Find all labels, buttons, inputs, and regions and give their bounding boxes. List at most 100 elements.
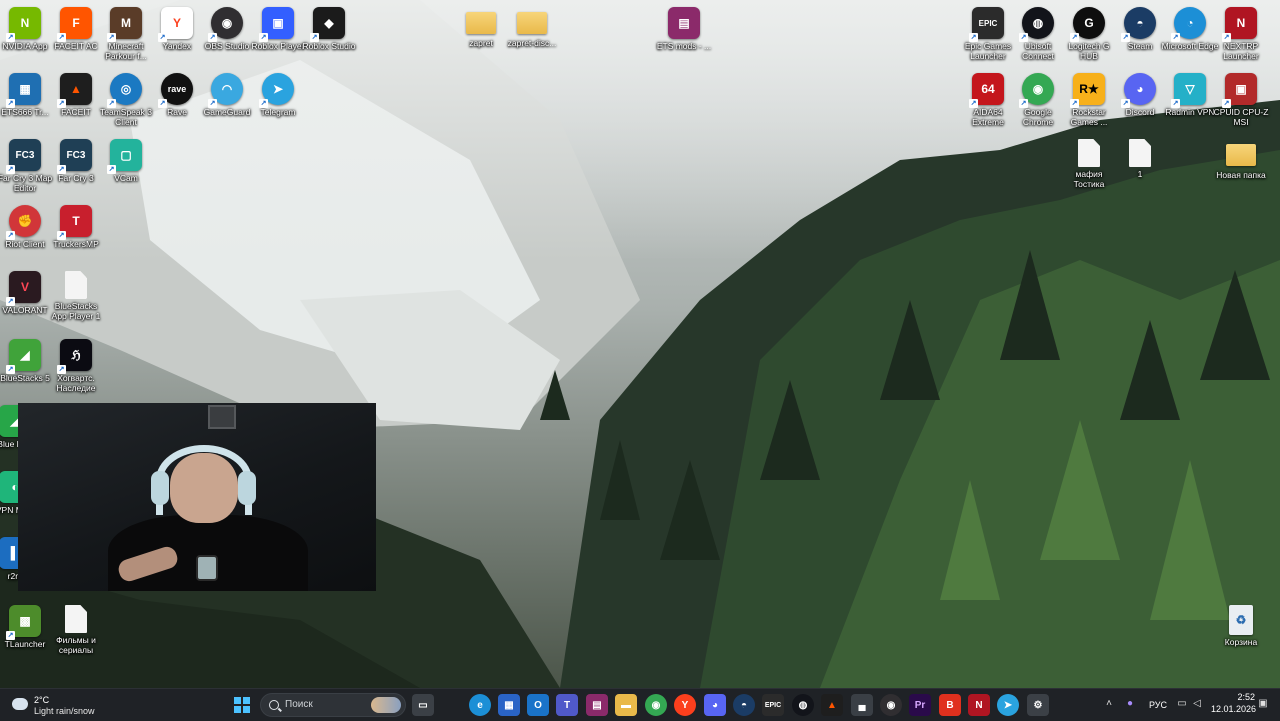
roblox-player-icon: ▣ ↗ [259,7,294,42]
desktop-icon-vcam[interactable]: ▢ ↗ VCam [97,136,155,183]
notification-icon[interactable]: ▣ [1257,698,1269,710]
cloud-rain-icon [12,698,28,710]
taskbar-chrome[interactable]: ◉ [645,694,667,716]
desktop-icon-tlauncher[interactable]: ▩ ↗ TLauncher [0,602,54,649]
roblox-studio-icon: ◆ ↗ [310,7,345,42]
desktop-icon-gameguard[interactable]: ◠ ↗ GameGuard [198,70,256,117]
discord-icon: ◕ [711,699,719,711]
desktop-icon-recycle-bin[interactable]: ♻ Корзина [1212,602,1270,647]
taskbar-store[interactable]: ▦ [498,694,520,716]
shortcut-arrow-icon: ↗ [969,99,978,108]
bluestacks-icon: ◢ ↗ [6,339,41,374]
faceit-icon: ▲ ↗ [57,73,92,108]
desktop-icon-nvidia-app[interactable]: N ↗ NVIDIA App [0,4,54,51]
shortcut-arrow-icon: ↗ [57,231,66,240]
desktop-icon-truckersmp[interactable]: T ↗ TruckersMP [47,202,105,249]
recycle-bin-icon: ♻ [1229,605,1253,635]
desktop-file-1[interactable]: 1 [1111,136,1169,179]
desktop-icon-obs-studio[interactable]: ◉ ↗ OBS Studio [198,4,256,51]
microphone-icon[interactable]: ● [1124,698,1136,710]
far-cry-3-icon: FC3 ↗ [6,139,41,174]
folder-icon [466,12,496,34]
desktop-icon-bluestacks-app-player[interactable]: BlueStacks App Player 1 [47,268,105,321]
rockstar-icon: R★ ↗ [1070,73,1105,108]
taskbar-obs[interactable]: ◉ [880,694,902,716]
clock-date[interactable]: 12.01.2026 [1211,704,1256,714]
desktop-icon-far-cry-3-map-editor[interactable]: FC3 ↗ Far Cry 3 Map Editor [0,136,54,193]
shortcut-arrow-icon: ↗ [158,33,167,42]
taskbar-teams[interactable]: T [556,694,578,716]
clock-time[interactable]: 2:52 [1221,692,1255,702]
input-language[interactable]: РУС [1149,700,1167,710]
desktop-icon-telegram[interactable]: ➤ ↗ Telegram [249,70,307,117]
desktop-icon-films-and-series[interactable]: Фильмы и сериалы [47,602,105,655]
chevron-up-icon[interactable]: ˄ [1103,698,1115,710]
taskbar-outlook[interactable]: O [527,694,549,716]
desktop-icon-roblox-studio[interactable]: ◆ ↗ Roblox Studio [300,4,358,51]
desktop-icon-bluestacks-5[interactable]: ◢ ↗ BlueStacks 5 [0,336,54,383]
desktop-icon-cpuz-msi[interactable]: ▣ ↗ CPUID CPU-Z MSI [1212,70,1270,127]
shortcut-arrow-icon: ↗ [259,99,268,108]
search-placeholder: Поиск [285,699,313,710]
ubisoft-icon: ◍ ↗ [1019,7,1054,42]
desktop-icon-logitech-g-hub[interactable]: G ↗ Logitech G HUB [1060,4,1118,61]
shortcut-arrow-icon: ↗ [208,99,217,108]
desktop-icon-microsoft-edge[interactable]: ◔ ↗ Microsoft Edge [1161,4,1219,51]
desktop-icon-roblox-player[interactable]: ▣ ↗ Roblox Player [249,4,307,51]
shortcut-arrow-icon: ↗ [158,99,167,108]
file-icon [1078,139,1100,167]
desktop-folder-new[interactable]: Новая папка [1212,136,1270,180]
taskbar-nextrp[interactable]: N [968,694,990,716]
taskbar-winrar[interactable]: ▤ [586,694,608,716]
shortcut-arrow-icon: ↗ [6,99,15,108]
desktop-icon-rockstar-games[interactable]: R★ ↗ Rockstar Games ... [1060,70,1118,127]
desktop-file-mafia-tostika[interactable]: мафия Тостика [1060,136,1118,189]
shortcut-arrow-icon: ↗ [1019,99,1028,108]
desktop-icon-nextrp-launcher[interactable]: N ↗ NEXTRP Launcher [1212,4,1270,61]
taskbar-steam[interactable]: ◓ [733,694,755,716]
taskbar-edge[interactable]: e [469,694,491,716]
desktop-icon-ets-mods[interactable]: ▤ ETS mods - ... [655,4,713,51]
volume-icon[interactable]: ◁ [1191,698,1203,710]
taskbar-search-box[interactable]: Поиск [260,693,406,717]
taskbar-yandex[interactable]: Y [674,694,696,716]
desktop-icon-teamspeak[interactable]: ◎ ↗ TeamSpeak 3 Client [97,70,155,127]
shortcut-arrow-icon: ↗ [310,33,319,42]
taskbar-truck-game[interactable]: ▄ [851,694,873,716]
taskbar-ubisoft[interactable]: ◍ [792,694,814,716]
taskbar-telegram[interactable]: ➤ [997,694,1019,716]
desktop-icon-google-chrome[interactable]: ◉ ↗ Google Chrome [1009,70,1067,127]
valorant-icon: V ↗ [6,271,41,306]
yandex-icon: Y [681,699,689,711]
desktop-icon-valorant[interactable]: V ↗ VALORANT [0,268,54,315]
desktop-icon-radmin-vpn[interactable]: ▽ ↗ Radmin VPN [1161,70,1219,117]
taskbar-bandicam[interactable]: B [939,694,961,716]
shortcut-arrow-icon: ↗ [6,231,15,240]
logitech-g-icon: G ↗ [1070,7,1105,42]
far-cry-3-icon: FC3 ↗ [57,139,92,174]
shortcut-arrow-icon: ↗ [57,99,66,108]
aida64-icon: 64 ↗ [969,73,1004,108]
taskbar-epic-games[interactable]: EPIC [762,694,784,716]
webcam-overlay [18,403,376,591]
weather-widget[interactable]: 2°C Light rain/snow [8,693,118,717]
task-view-button[interactable]: ▭ [412,694,434,716]
telegram-icon: ➤ ↗ [259,73,294,108]
desktop-icon-ets666[interactable]: ▦ ↗ ETS666 Tr... [0,70,54,117]
desktop-folder-zapret-disc[interactable]: zapret-disc... [503,4,561,48]
desktop-icon-minecraft-parkour[interactable]: M ↗ Minecraft Parkour f... [97,4,155,61]
epic-games-icon: EPIC [764,701,782,709]
network-icon[interactable]: ▭ [1176,698,1188,710]
truck-icon: ▄ [858,699,866,711]
desktop-icon-hogwarts-legacy[interactable]: ℌ ↗ Хогвартс. Наследие [47,336,105,393]
desktop-folder-zapret[interactable]: zapret [452,4,510,48]
desktop-icon-ubisoft-connect[interactable]: ◍ ↗ Ubisoft Connect [1009,4,1067,61]
taskbar-file-explorer[interactable]: ▬ [615,694,637,716]
desktop-icon-riot-client[interactable]: ✊ ↗ Riot Client [0,202,54,249]
start-button[interactable] [234,697,250,713]
shortcut-arrow-icon: ↗ [6,297,15,306]
taskbar-settings[interactable]: ⚙ [1027,694,1049,716]
taskbar-discord[interactable]: ◕ [704,694,726,716]
taskbar-faceit[interactable]: ▲ [821,694,843,716]
taskbar-premiere[interactable]: Pr [909,694,931,716]
